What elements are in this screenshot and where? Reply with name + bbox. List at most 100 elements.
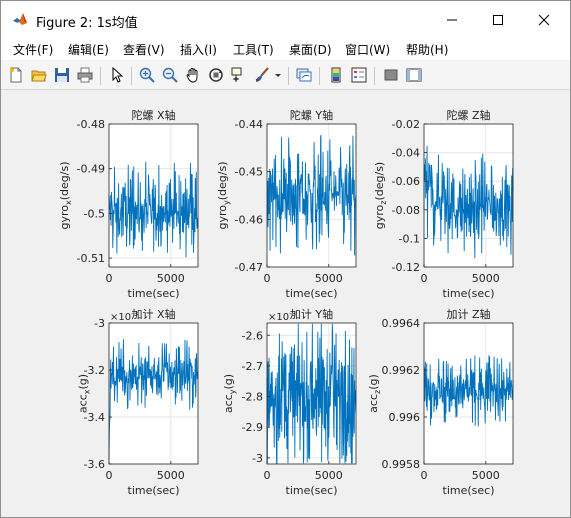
axes-1[interactable]: 0 5000 -0.48 -0.49 -0.5 -0.51 陀螺 X轴 time(sec) gy… — [58, 108, 199, 300]
y-tick-label: 0.9964 — [382, 317, 421, 330]
y-tick-label: -0.1 — [399, 232, 420, 245]
open-file-button[interactable] — [30, 66, 48, 84]
zoom-in-button[interactable] — [138, 66, 156, 84]
x-axis-label: time(sec) — [286, 287, 338, 300]
axes-2[interactable]: 0 5000 -0.44 -0.45 -0.46 -0.47 陀螺 Y轴 time(sec) g… — [216, 108, 357, 300]
figure-window: Figure 2: 1s均值 文件(F) 编辑(E) 查看(V) 插入(I) 工… — [0, 0, 571, 518]
axis-exponent-label: ×10-3 — [268, 310, 296, 323]
y-tick-label: -0.48 — [77, 118, 105, 131]
minimize-icon — [447, 19, 457, 20]
show-plot-tools-button[interactable] — [405, 66, 423, 84]
axes-title: 加计 Y轴 — [290, 307, 333, 321]
hide-plot-tools-button[interactable] — [382, 66, 400, 84]
legend-icon — [351, 67, 367, 83]
menu-bar: 文件(F) 编辑(E) 查看(V) 插入(I) 工具(T) 桌面(D) 窗口(W… — [1, 38, 570, 87]
y-tick-label: -0.44 — [235, 118, 263, 131]
zoom-out-icon — [162, 67, 178, 83]
title-bar[interactable]: Figure 2: 1s均值 — [1, 1, 570, 38]
y-tick-label: -0.08 — [392, 204, 420, 217]
legend-button[interactable] — [350, 66, 368, 84]
brush-button[interactable] — [253, 66, 271, 84]
menu-file[interactable]: 文件(F) — [13, 41, 53, 58]
link-plot-icon — [296, 68, 312, 82]
menu-window[interactable]: 窗口(W) — [345, 41, 390, 58]
toolbar-separator — [100, 67, 101, 85]
data-cursor-button[interactable] — [230, 66, 248, 84]
axes-title: 陀螺 Y轴 — [290, 108, 333, 122]
axes-title: 陀螺 X轴 — [131, 108, 175, 122]
y-tick-label: 0.9962 — [382, 364, 421, 377]
toolbar-separator — [288, 67, 289, 85]
print-button[interactable] — [76, 66, 94, 84]
y-axis-label: gyroy(deg/s) — [216, 161, 231, 229]
y-axis-label: gyrox(deg/s) — [58, 161, 73, 229]
rotate-3d-button[interactable] — [207, 66, 225, 84]
x-axis-label: time(sec) — [443, 484, 495, 497]
y-tick-label: -0.5 — [84, 207, 105, 220]
figure-canvas[interactable]: 0 5000 -0.48 -0.49 -0.5 -0.51 陀螺 X轴 time(sec) gy… — [1, 90, 570, 517]
brush-icon — [255, 67, 269, 82]
figure-toolbar — [1, 61, 570, 90]
window-title: Figure 2: 1s均值 — [36, 16, 138, 31]
menu-tools[interactable]: 工具(T) — [233, 41, 274, 58]
pointer-icon — [112, 67, 124, 83]
minimize-button[interactable] — [429, 1, 475, 38]
pan-button[interactable] — [184, 66, 202, 84]
x-tick-label: 5000 — [157, 469, 185, 482]
axes-6[interactable]: 0 5000 0.9964 0.9962 0.996 0.9958 加计 Z轴 time(se… — [367, 307, 514, 497]
pan-hand-icon — [186, 68, 198, 83]
menu-insert[interactable]: 插入(I) — [180, 41, 217, 58]
save-icon — [55, 68, 69, 82]
axes-5[interactable]: 0 5000 -2.6 -2.7 -2.8 -2.9 -3 加计 Y轴 time(sec) acc… — [222, 307, 357, 497]
y-tick-label: -0.45 — [235, 166, 263, 179]
x-axis-label: time(sec) — [128, 484, 180, 497]
maximize-button[interactable] — [475, 1, 521, 38]
close-button[interactable] — [521, 1, 567, 38]
x-tick-label: 5000 — [315, 272, 343, 285]
x-tick-label: 0 — [264, 272, 271, 285]
y-tick-label: -0.46 — [235, 213, 263, 226]
maximize-icon — [493, 14, 503, 25]
data-cursor-icon — [231, 67, 242, 82]
y-tick-label: -0.47 — [235, 261, 263, 274]
link-plot-button[interactable] — [295, 66, 313, 84]
colorbar-icon — [331, 67, 341, 83]
menu-desktop[interactable]: 桌面(D) — [289, 41, 332, 58]
zoom-in-icon — [139, 67, 155, 83]
y-tick-label: -3 — [252, 452, 263, 465]
y-tick-label: -2.7 — [242, 360, 263, 373]
open-file-icon — [31, 70, 47, 82]
y-tick-label: -0.51 — [77, 252, 105, 265]
y-tick-label: -0.02 — [392, 118, 420, 131]
menu-help[interactable]: 帮助(H) — [406, 41, 448, 58]
axes-4[interactable]: 0 5000-3-3.2-3.4-3.6加计 X轴time(sec)accx(g)… — [77, 307, 199, 497]
brush-dropdown-icon — [275, 74, 281, 77]
save-button[interactable] — [53, 66, 71, 84]
y-tick-label: -3.6 — [84, 458, 105, 471]
print-icon — [77, 67, 93, 83]
colorbar-button[interactable] — [327, 66, 345, 84]
x-axis-label: time(sec) — [128, 287, 180, 300]
brush-dropdown-button[interactable] — [273, 66, 283, 84]
menu-edit[interactable]: 编辑(E) — [68, 41, 109, 58]
y-axis-label: accz(g) — [367, 374, 382, 413]
hide-plot-tools-icon — [384, 69, 398, 81]
menu-view[interactable]: 查看(V) — [123, 41, 165, 58]
x-tick-label: 5000 — [315, 469, 343, 482]
zoom-out-button[interactable] — [161, 66, 179, 84]
x-tick-label: 5000 — [472, 272, 500, 285]
toolbar-separator — [374, 67, 375, 85]
y-tick-label: 0.9958 — [382, 458, 421, 471]
y-axis-label: accy(g) — [222, 374, 237, 413]
axis-exponent-label: ×10-3 — [110, 310, 138, 323]
new-figure-button[interactable] — [7, 66, 25, 84]
x-tick-label: 5000 — [157, 272, 185, 285]
show-plot-tools-icon — [406, 68, 422, 82]
x-tick-label: 0 — [421, 469, 428, 482]
pointer-button[interactable] — [108, 66, 126, 84]
axes-title: 陀螺 Z轴 — [446, 108, 490, 122]
axes-3[interactable]: 0 5000 -0.02 -0.04 -0.06 -0.08 -0.1 -0.12 陀螺 Z轴 t… — [373, 108, 514, 300]
close-icon — [538, 14, 550, 25]
y-tick-label: -0.12 — [392, 261, 420, 274]
y-tick-label: -0.06 — [392, 175, 420, 188]
